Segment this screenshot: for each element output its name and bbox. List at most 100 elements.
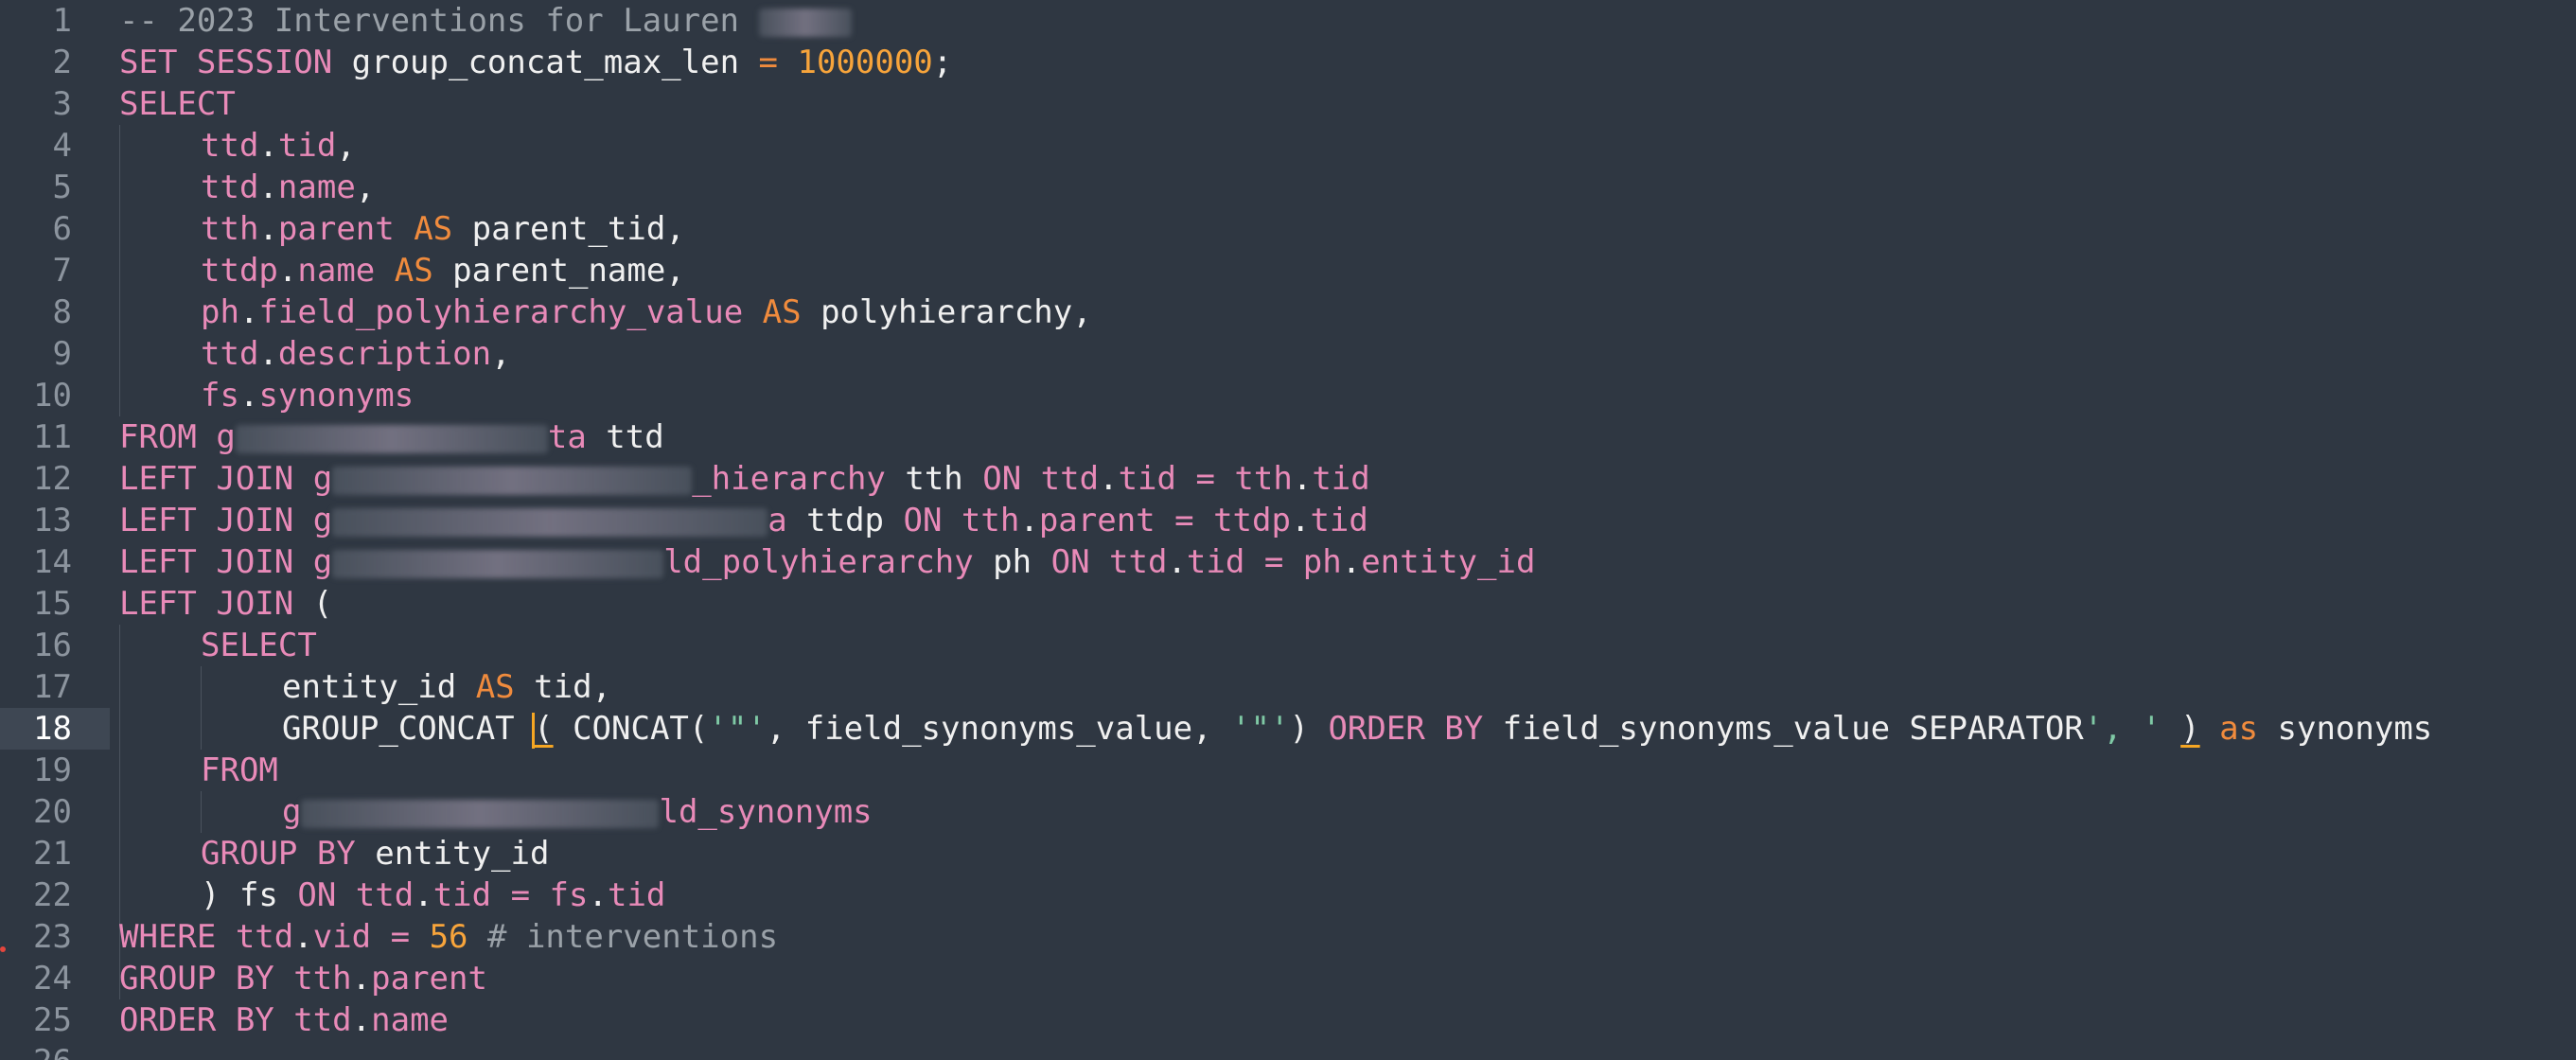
line-content[interactable]: ph.field_polyhierarchy_value AS polyhier… [201, 292, 1092, 333]
code-line-17[interactable]: 17 entity_id AS tid, [0, 666, 2576, 708]
dot: . [1099, 460, 1119, 498]
dot: . [351, 960, 372, 998]
code-line-13[interactable]: 13 LEFT JOIN ga ttdp ON tth.parent = ttd… [0, 500, 2576, 541]
number-literal: 1000000 [797, 44, 933, 81]
code-line-20[interactable]: 20 g ld_synonyms [0, 791, 2576, 833]
code-line-1[interactable]: 1 -- 2023 Interventions for Lauren [0, 0, 2576, 42]
line-content[interactable]: ttd.tid, [201, 125, 356, 167]
operator: = [1155, 502, 1214, 539]
line-number: 1 [52, 2, 72, 40]
line-content[interactable]: FROM [201, 750, 278, 791]
table-alias: tth [201, 210, 259, 248]
code-editor[interactable]: 1 -- 2023 Interventions for Lauren 2 SET… [0, 0, 2576, 1060]
table-alias: tth [885, 460, 983, 498]
line-content[interactable]: WHERE ttd.vid = 56 # interventions [119, 916, 778, 958]
column: tid [432, 876, 492, 914]
paren: ) [1289, 710, 1329, 748]
code-line-15[interactable]: 15 LEFT JOIN ( [0, 583, 2576, 625]
column-alias: polyhierarchy [820, 293, 1073, 331]
table-alias: ttd [216, 918, 294, 956]
keyword-as: AS [743, 293, 821, 331]
table-alias: ttd [586, 418, 664, 456]
code-line-24[interactable]: 24 GROUP BY tth.parent [0, 958, 2576, 999]
column: tid [1312, 460, 1370, 498]
line-content[interactable]: GROUP BY tth.parent [119, 958, 487, 999]
line-content[interactable]: LEFT JOIN g ld_polyhierarchy ph ON ttd.ti… [119, 541, 1535, 583]
table-name-suffix: a [768, 502, 787, 539]
code-line-26[interactable]: 26 [0, 1041, 2576, 1060]
line-number-active: 18 [0, 708, 110, 750]
keyword-as: AS [456, 668, 535, 706]
line-content[interactable]: ttdp.name AS parent_name, [201, 250, 685, 292]
identifier: group_concat_max_len [332, 44, 759, 81]
code-line-22[interactable]: 22 ) fs ON ttd.tid = fs.tid [0, 874, 2576, 916]
code-line-9[interactable]: 9 ttd.description, [0, 333, 2576, 375]
line-content[interactable]: -- 2023 Interventions for Lauren [119, 0, 852, 42]
code-line-19[interactable]: 19 FROM [0, 750, 2576, 791]
column: name [277, 168, 356, 206]
line-number: 14 [33, 543, 72, 581]
line-content[interactable]: entity_id AS tid, [282, 666, 611, 708]
code-line-21[interactable]: 21 GROUP BY entity_id [0, 833, 2576, 874]
code-line-2[interactable]: 2 SET SESSION group_concat_max_len = 100… [0, 42, 2576, 83]
line-number: 23 [33, 918, 72, 956]
keyword: GROUP BY [201, 835, 356, 873]
line-content[interactable]: GROUP_CONCAT ( CONCAT('"', field_synonym… [282, 708, 2432, 750]
dot: . [1290, 502, 1311, 539]
table-name-suffix: ld_synonyms [659, 793, 873, 831]
table-name-prefix: g [293, 502, 333, 539]
column: entity_id [355, 835, 550, 873]
matching-paren-open: ( [534, 710, 554, 748]
code-line-3[interactable]: 3 SELECT [0, 83, 2576, 125]
column: synonyms [258, 377, 415, 415]
code-line-12[interactable]: 12 LEFT JOIN g _hierarchy tth ON ttd.tid … [0, 458, 2576, 500]
code-line-8[interactable]: 8 ph.field_polyhierarchy_value AS polyhi… [0, 292, 2576, 333]
code-line-7[interactable]: 7 ttdp.name AS parent_name, [0, 250, 2576, 292]
column-alias: synonyms [2258, 710, 2433, 748]
line-content[interactable]: ttd.description, [201, 333, 511, 375]
code-line-6[interactable]: 6 tth.parent AS parent_tid, [0, 208, 2576, 250]
table-alias: ttd [1021, 460, 1100, 498]
line-content[interactable]: fs.synonyms [201, 375, 414, 416]
code-line-5[interactable]: 5 ttd.name, [0, 167, 2576, 208]
line-content[interactable]: LEFT JOIN ( [119, 583, 332, 625]
line-content[interactable]: LEFT JOIN ga ttdp ON tth.parent = ttdp.t… [119, 500, 1368, 541]
code-line-16[interactable]: 16 SELECT [0, 625, 2576, 666]
line-content[interactable]: FROM g ta ttd [119, 416, 664, 458]
dot: . [1167, 543, 1187, 581]
line-number: 15 [33, 585, 72, 623]
dot: . [277, 252, 298, 290]
number-literal: 56 [429, 918, 468, 956]
table-alias: ph [1302, 543, 1342, 581]
code-line-23[interactable]: 23 WHERE ttd.vid = 56 # interventions [0, 916, 2576, 958]
comma: , [491, 335, 511, 373]
code-line-18[interactable]: 18 GROUP_CONCAT ( CONCAT('"', field_syno… [0, 708, 2576, 750]
line-content[interactable]: ttd.name, [201, 167, 375, 208]
line-content[interactable]: ORDER BY ttd.name [119, 999, 449, 1041]
line-content[interactable]: SELECT [201, 625, 317, 666]
code-line-25[interactable]: 25 ORDER BY ttd.name [0, 999, 2576, 1041]
column: parent [371, 960, 487, 998]
line-content[interactable]: g ld_synonyms [282, 791, 873, 833]
keyword: FROM [119, 418, 197, 456]
line-content[interactable]: SELECT [119, 83, 236, 125]
line-content[interactable]: tth.parent AS parent_tid, [201, 208, 685, 250]
column: tid [277, 127, 337, 165]
keyword: LEFT JOIN [119, 460, 294, 498]
table-alias: fs [549, 876, 589, 914]
line-content[interactable]: GROUP BY entity_id [201, 833, 549, 874]
dot: . [238, 377, 259, 415]
code-line-14[interactable]: 14 LEFT JOIN g ld_polyhierarchy ph ON ttd… [0, 541, 2576, 583]
line-content[interactable]: SET SESSION group_concat_max_len = 10000… [119, 42, 952, 83]
code-line-11[interactable]: 11 FROM g ta ttd [0, 416, 2576, 458]
line-number: 2 [52, 44, 72, 81]
line-number: 9 [52, 335, 72, 373]
column-alias: parent_name [452, 252, 666, 290]
line-content[interactable]: ) fs ON ttd.tid = fs.tid [201, 874, 665, 916]
column-alias: tid [534, 668, 592, 706]
code-line-4[interactable]: 4 ttd.tid, [0, 125, 2576, 167]
code-line-10[interactable]: 10 fs.synonyms [0, 375, 2576, 416]
dot: . [258, 335, 278, 373]
line-content[interactable]: LEFT JOIN g _hierarchy tth ON ttd.tid = t… [119, 458, 1370, 500]
